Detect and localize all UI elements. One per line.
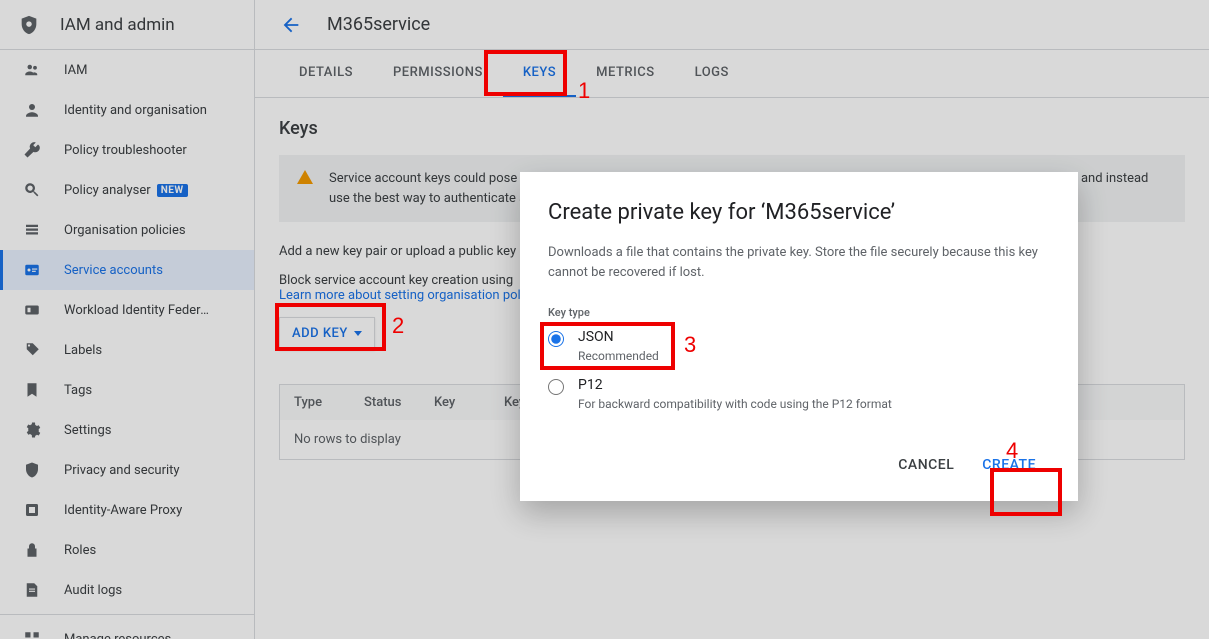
option-sublabel: Recommended xyxy=(578,349,659,363)
key-type-option-json[interactable]: JSON Recommended xyxy=(548,329,1050,363)
radio-input[interactable] xyxy=(548,379,564,395)
modal-description: Downloads a file that contains the priva… xyxy=(548,243,1050,282)
create-button[interactable]: CREATE xyxy=(968,449,1050,481)
modal-title: Create private key for ‘M365service’ xyxy=(548,200,1050,225)
option-sublabel: For backward compatibility with code usi… xyxy=(578,397,892,411)
option-label: P12 xyxy=(578,377,892,393)
radio-input[interactable] xyxy=(548,331,564,347)
key-type-option-p12[interactable]: P12 For backward compatibility with code … xyxy=(548,377,1050,411)
key-type-label: Key type xyxy=(548,306,1050,319)
cancel-button[interactable]: CANCEL xyxy=(884,449,968,481)
modal-actions: CANCEL CREATE xyxy=(548,425,1050,501)
option-label: JSON xyxy=(578,329,659,345)
create-key-modal: Create private key for ‘M365service’ Dow… xyxy=(520,172,1078,501)
